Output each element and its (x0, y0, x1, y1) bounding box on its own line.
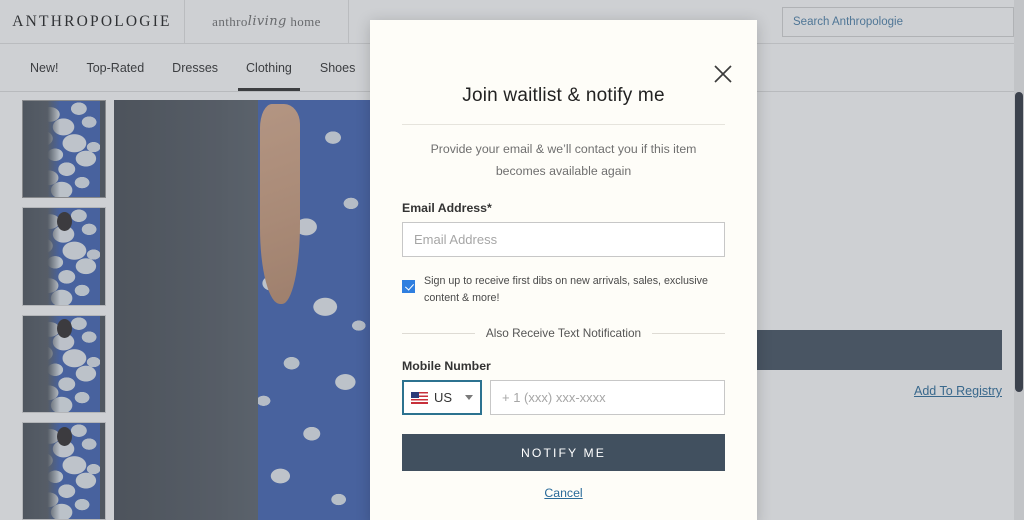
email-label: Email Address* (402, 201, 492, 216)
chevron-down-icon (465, 395, 473, 401)
country-select[interactable]: US (402, 380, 482, 416)
mobile-label: Mobile Number (402, 359, 491, 374)
us-flag-icon (411, 391, 428, 404)
modal-body: Join waitlist & notify me Provide your e… (370, 20, 757, 520)
close-icon[interactable] (711, 62, 735, 86)
modal-subtitle: Provide your email & we’ll contact you i… (430, 142, 697, 178)
country-code-label: US (434, 390, 453, 406)
text-notification-divider: Also Receive Text Notification (402, 326, 725, 340)
optin-row: Sign up to receive first dibs on new arr… (402, 273, 725, 307)
page-root: ANTHROPOLOGIE anthro living home Search A… (0, 0, 1024, 520)
notify-me-button[interactable]: NOTIFY ME (402, 434, 725, 472)
modal-divider (402, 124, 725, 125)
phone-field[interactable]: + 1 (xxx) xxx-xxxx (490, 380, 725, 416)
optin-label: Sign up to receive first dibs on new arr… (424, 275, 708, 305)
email-field[interactable]: Email Address (402, 222, 725, 258)
waitlist-modal: Join waitlist & notify me Provide your e… (370, 20, 757, 520)
cancel-link[interactable]: Cancel (402, 486, 725, 500)
optin-checkbox[interactable] (402, 280, 415, 294)
modal-title: Join waitlist & notify me (462, 85, 665, 106)
phone-row: US + 1 (xxx) xxx-xxxx (402, 380, 725, 416)
